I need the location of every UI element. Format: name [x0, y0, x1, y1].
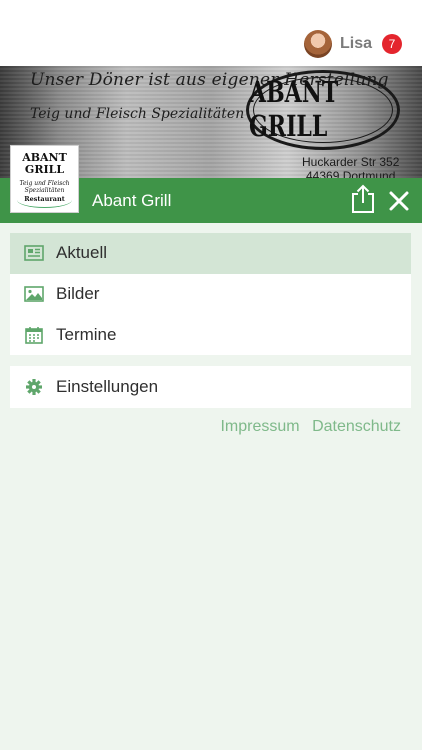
footer-links: Impressum Datenschutz [212, 418, 401, 436]
share-button[interactable] [349, 184, 377, 214]
share-icon [352, 184, 374, 213]
user-name[interactable]: Lisa [340, 35, 372, 53]
close-icon [389, 191, 409, 211]
banner-address-city: 44369 Dortmund [306, 169, 396, 178]
menu-item-label: Aktuell [56, 243, 108, 263]
banner-brand-oval: ABANT GRILL [246, 70, 400, 150]
restaurant-logo: ABANT GRILL Teig und Fleisch Spezialität… [10, 145, 79, 213]
menu-item-label: Termine [56, 324, 117, 344]
menu-item-aktuell[interactable]: Aktuell [10, 233, 411, 274]
menu-item-einstellungen[interactable]: Einstellungen [10, 366, 411, 408]
close-button[interactable] [386, 188, 412, 214]
datenschutz-link[interactable]: Datenschutz [312, 418, 401, 435]
impressum-link[interactable]: Impressum [220, 418, 299, 435]
settings-menu: Einstellungen [10, 366, 411, 408]
top-bar: Lisa 7 [0, 0, 422, 66]
menu-item-termine[interactable]: Termine [10, 314, 411, 355]
menu-item-label: Einstellungen [56, 377, 159, 396]
calendar-icon [25, 326, 43, 344]
menu-item-label: Bilder [56, 284, 100, 304]
user-profile[interactable]: Lisa 7 [303, 29, 402, 59]
main-menu: Aktuell Bilder Termine [10, 233, 411, 355]
menu-item-bilder[interactable]: Bilder [10, 274, 411, 315]
banner-brand: ABANT GRILL [249, 76, 339, 144]
banner-address-street: Huckarder Str 352 [302, 155, 400, 169]
page-title: Abant Grill [92, 191, 172, 210]
newspaper-icon [24, 245, 44, 262]
image-icon [24, 286, 44, 302]
notification-badge[interactable]: 7 [382, 34, 402, 54]
gear-icon [26, 379, 42, 395]
logo-swoosh [17, 192, 72, 208]
logo-title: ABANT GRILL [22, 151, 67, 176]
banner-subtagline: Teig und Fleisch Spezialitäten [30, 106, 245, 122]
avatar[interactable] [303, 30, 332, 58]
